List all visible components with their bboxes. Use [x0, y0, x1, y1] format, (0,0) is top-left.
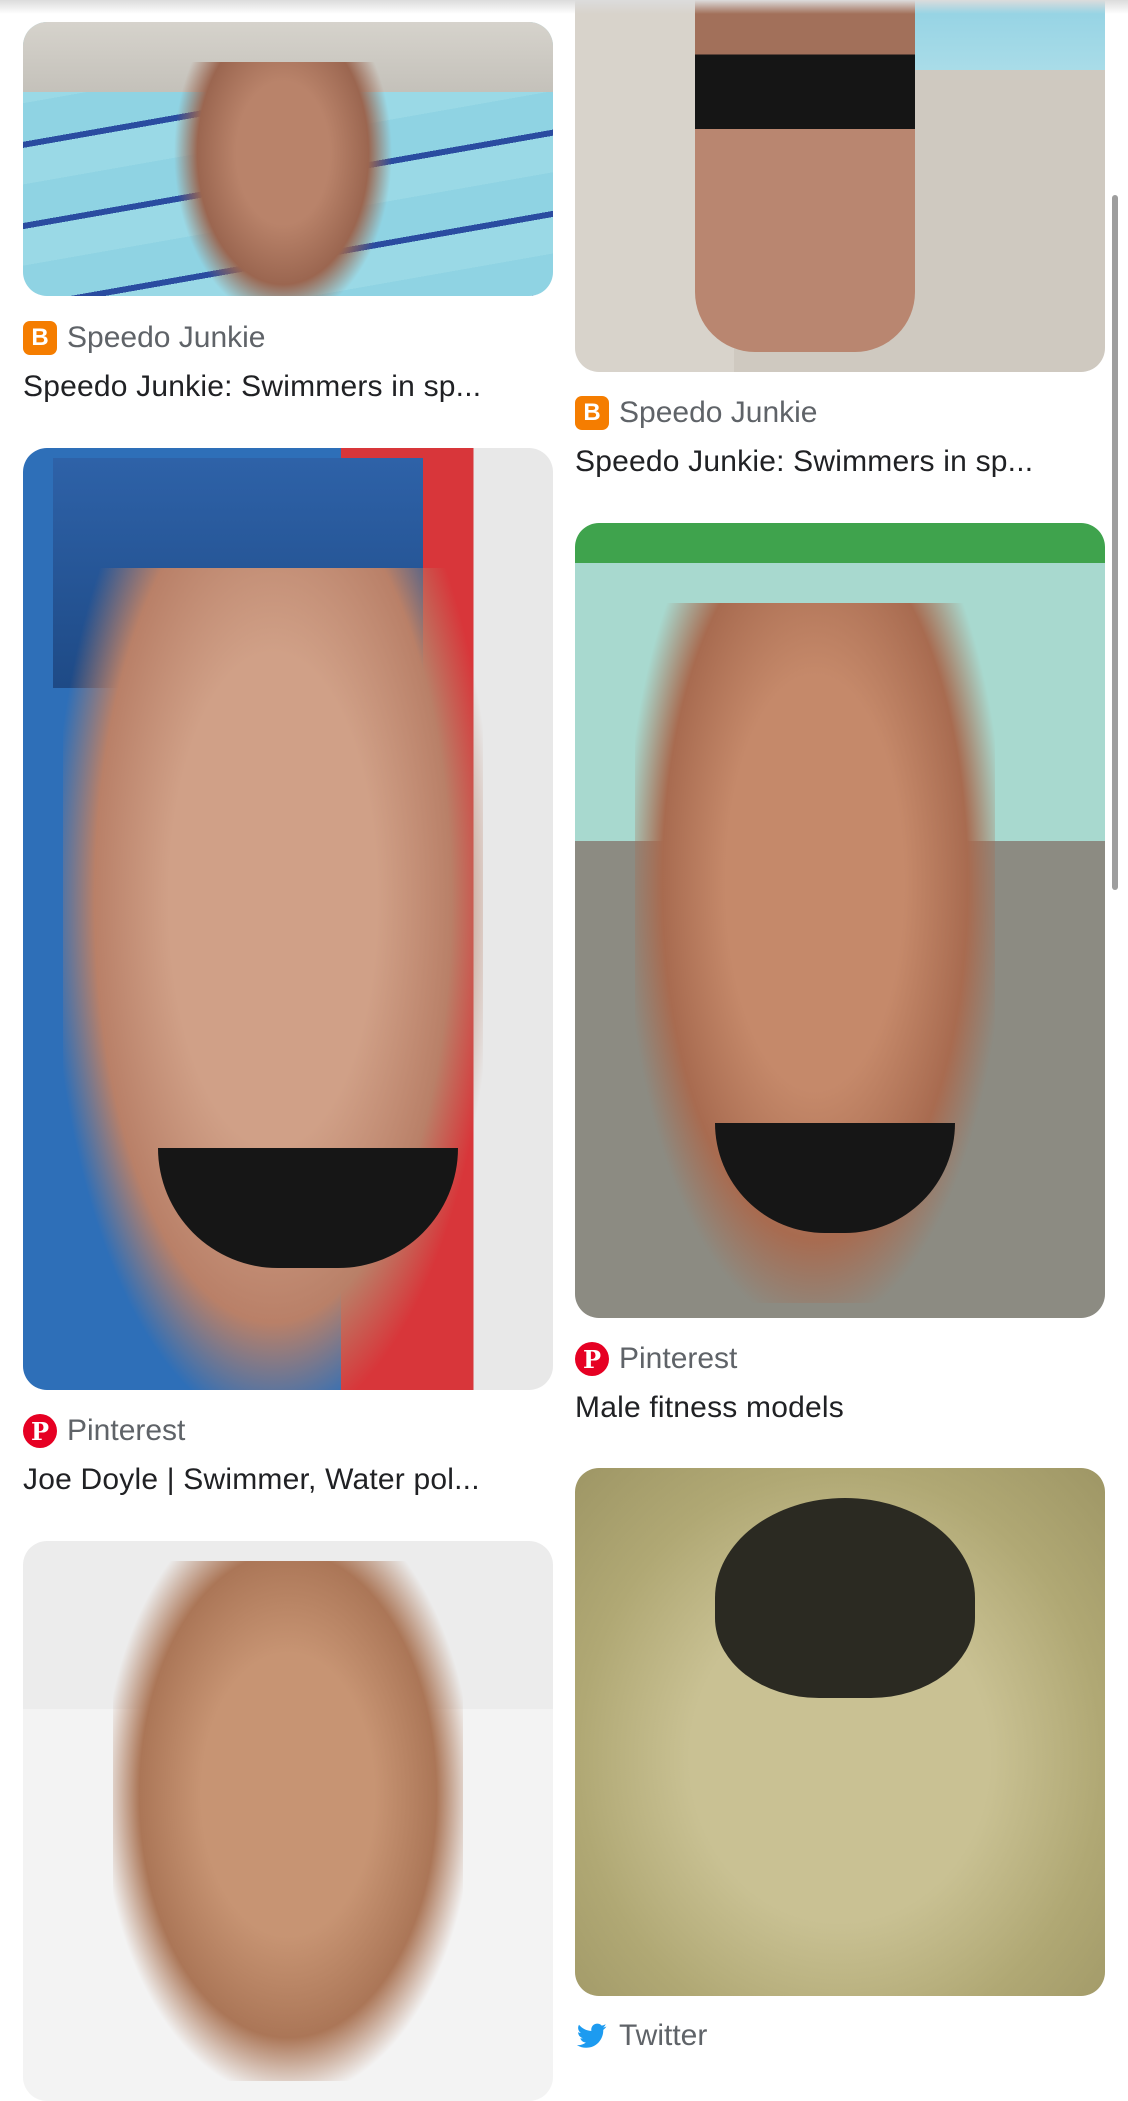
top-shadow [0, 0, 1128, 14]
pinterest-icon: P [575, 1342, 609, 1376]
result-source[interactable]: P Pinterest [575, 1341, 737, 1377]
scrollbar[interactable] [1112, 195, 1118, 890]
result-source[interactable]: Twitter [575, 2018, 707, 2054]
result-source-label: Speedo Junkie [67, 321, 266, 354]
blogger-icon: B [575, 396, 609, 430]
pinterest-icon: P [23, 1414, 57, 1448]
result-source-label: Pinterest [619, 1342, 738, 1375]
thumbnail-figure [113, 1561, 463, 2081]
result-thumbnail[interactable] [575, 0, 1105, 372]
result-thumbnail[interactable] [23, 22, 553, 296]
result-thumbnail[interactable] [575, 1468, 1105, 1996]
blogger-icon: B [23, 321, 57, 355]
result-title[interactable]: Speedo Junkie: Swimmers in sp... [23, 370, 553, 404]
result-source[interactable]: B Speedo Junkie [575, 395, 818, 431]
result-thumbnail[interactable] [23, 1541, 553, 2101]
result-source[interactable]: P Pinterest [23, 1413, 185, 1449]
result-title[interactable]: Joe Doyle | Swimmer, Water pol... [23, 1463, 553, 1497]
result-source[interactable]: B Speedo Junkie [23, 320, 266, 356]
result-source-label: Pinterest [67, 1414, 186, 1447]
result-title[interactable]: Speedo Junkie: Swimmers in sp... [575, 445, 1105, 479]
result-source-label: Speedo Junkie [619, 396, 818, 429]
result-thumbnail[interactable] [23, 448, 553, 1390]
twitter-bird-icon [577, 2023, 607, 2048]
thumbnail-figure [173, 62, 393, 296]
thumbnail-figure [695, 0, 915, 352]
result-title[interactable]: Male fitness models [575, 1391, 1105, 1425]
result-thumbnail[interactable] [575, 523, 1105, 1318]
thumbnail-swim-cap [715, 1498, 975, 1698]
